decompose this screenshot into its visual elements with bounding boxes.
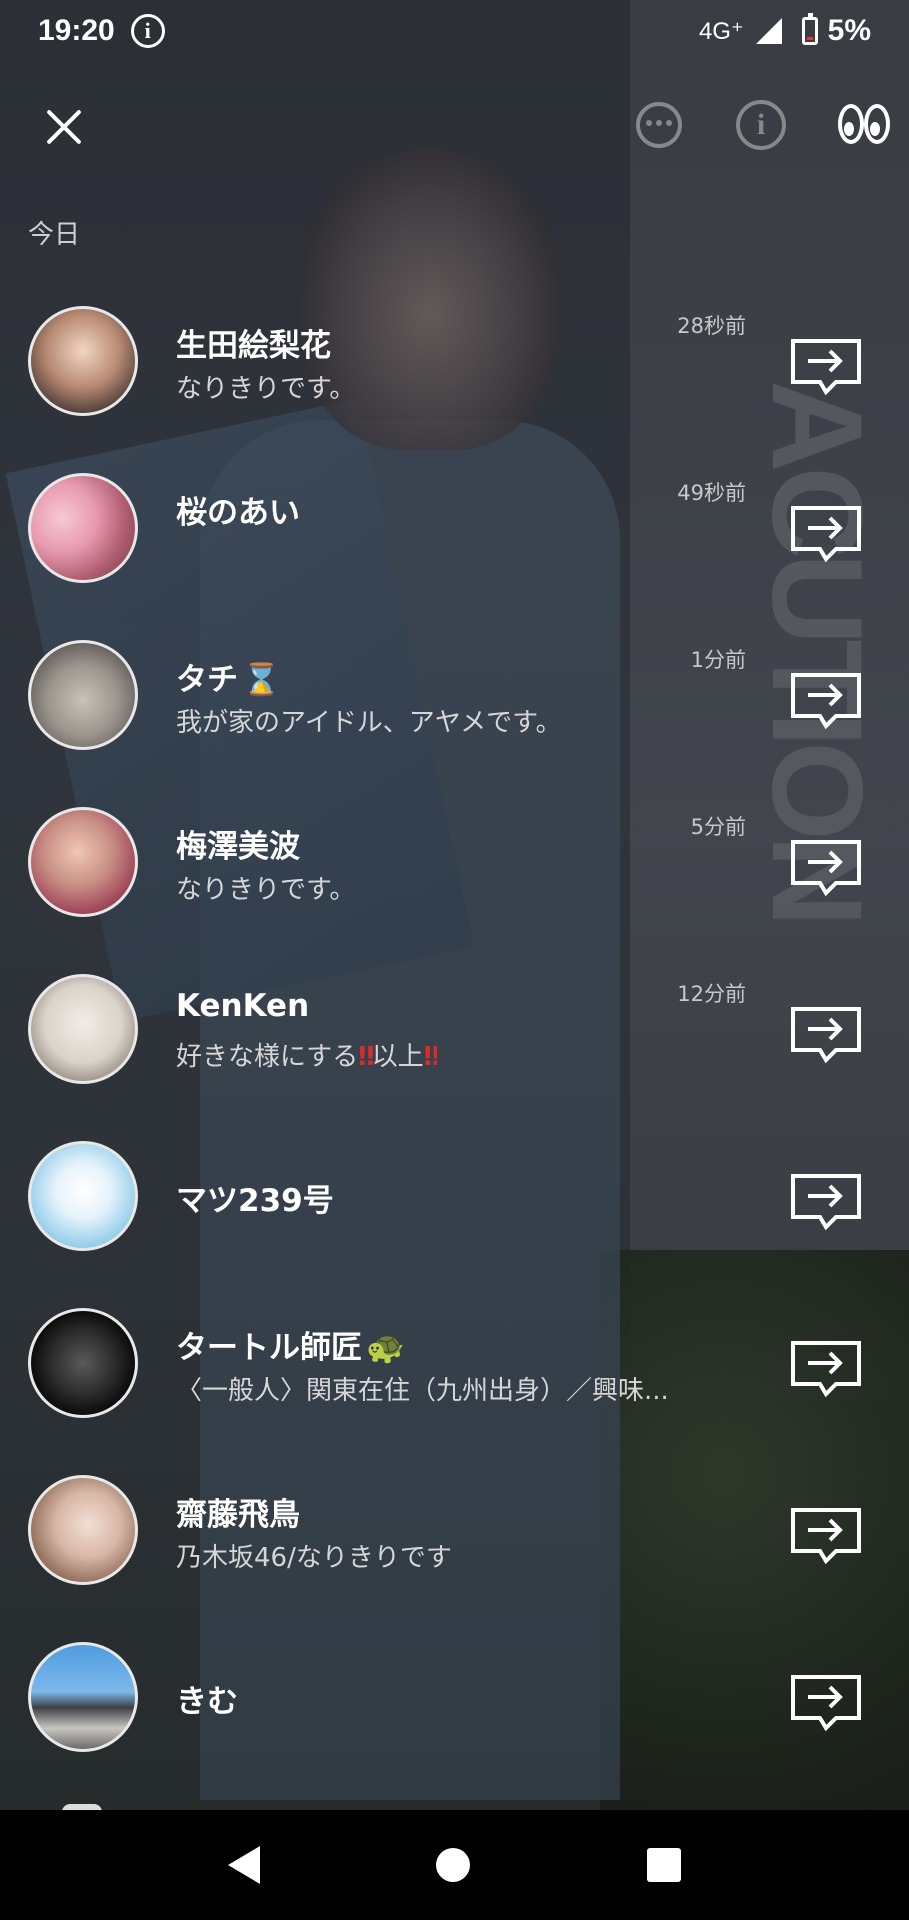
network-type: 4G⁺ (698, 17, 744, 45)
user-name-text: タチ (176, 662, 238, 698)
avatar[interactable] (28, 306, 138, 416)
list-item[interactable]: きむ (0, 1620, 909, 1787)
list-item[interactable]: マツ239号 (0, 1119, 909, 1286)
user-name: マツ239号 (176, 1183, 334, 1219)
visitor-list: 生田絵梨花 なりきりです。 28秒前 桜のあい 49秒前 タチ ⌛ 我が家のアイド… (0, 284, 909, 1787)
share-arrow-icon[interactable] (790, 1340, 862, 1398)
back-icon[interactable] (228, 1846, 261, 1884)
share-arrow-icon[interactable] (790, 1173, 862, 1231)
list-item[interactable]: 齋藤飛鳥 乃木坂46/なりきりです (0, 1453, 909, 1620)
share-arrow-icon[interactable] (790, 338, 862, 396)
share-arrow-icon[interactable] (790, 1674, 862, 1732)
recent-apps-icon[interactable] (646, 1848, 681, 1882)
user-status: 〈一般人〉関東在住（九州出身）／興味... (176, 1376, 669, 1406)
battery-icon (801, 13, 818, 45)
double-exclamation-icon: ‼ (423, 1042, 437, 1072)
signal-icon (755, 18, 782, 44)
turtle-icon: 🐢 (366, 1330, 405, 1366)
user-status: 好きな様にする‼以上‼ (176, 1036, 437, 1073)
list-item[interactable]: タチ ⌛ 我が家のアイドル、アヤメです。 1分前 (0, 618, 909, 785)
hourglass-icon: ⌛ (242, 662, 281, 698)
user-status: 乃木坂46/なりきりです (176, 1543, 452, 1573)
status-time: 19:20 (38, 14, 115, 47)
status-bar: 19:20 i 4G⁺ 5% (0, 0, 909, 62)
system-nav-bar (0, 1810, 909, 1920)
status-text-part: 好きな様にする (176, 1042, 359, 1072)
avatar[interactable] (28, 1475, 138, 1585)
avatar[interactable] (28, 1141, 138, 1251)
visit-time: 5分前 (690, 815, 746, 839)
info-icon[interactable]: i (736, 100, 786, 150)
share-arrow-icon[interactable] (790, 505, 862, 563)
top-toolbar: i (0, 88, 909, 164)
share-arrow-icon[interactable] (790, 672, 862, 730)
avatar[interactable] (28, 473, 138, 583)
avatar[interactable] (28, 974, 138, 1084)
user-name: 齋藤飛鳥 (176, 1497, 300, 1533)
eyes-icon[interactable] (838, 100, 892, 150)
list-item[interactable]: 生田絵梨花 なりきりです。 28秒前 (0, 284, 909, 451)
chat-dots-icon[interactable] (634, 100, 684, 150)
user-status: なりきりです。 (176, 374, 356, 404)
share-arrow-icon[interactable] (790, 1507, 862, 1565)
user-name: タートル師匠 🐢 (176, 1322, 405, 1367)
user-name: 梅澤美波 (176, 829, 300, 865)
avatar[interactable] (28, 1642, 138, 1752)
user-name-text: タートル師匠 (176, 1330, 362, 1366)
double-exclamation-icon: ‼ (358, 1042, 374, 1072)
visit-time: 12分前 (677, 982, 746, 1006)
user-name: タチ ⌛ (176, 654, 281, 699)
share-arrow-icon[interactable] (790, 839, 862, 897)
user-status: なりきりです。 (176, 875, 356, 905)
list-item[interactable]: タートル師匠 🐢 〈一般人〉関東在住（九州出身）／興味... (0, 1286, 909, 1453)
status-info-icon: i (130, 14, 165, 48)
user-name: 生田絵梨花 (176, 328, 331, 364)
list-item[interactable]: 梅澤美波 なりきりです。 5分前 (0, 785, 909, 952)
avatar[interactable] (28, 807, 138, 917)
user-name: きむ (176, 1684, 238, 1720)
close-icon[interactable] (44, 106, 84, 146)
list-item[interactable]: 桜のあい 49秒前 (0, 451, 909, 618)
visit-time: 28秒前 (677, 314, 746, 338)
user-name: 桜のあい (176, 495, 300, 531)
battery-level: 5% (827, 14, 871, 47)
avatar[interactable] (28, 1308, 138, 1418)
visit-time: 49秒前 (677, 481, 746, 505)
status-right: 4G⁺ 5% (698, 13, 871, 48)
user-status: 我が家のアイドル、アヤメです。 (176, 708, 562, 738)
section-header-today: 今日 (28, 220, 81, 250)
avatar[interactable] (28, 640, 138, 750)
home-icon[interactable] (436, 1848, 471, 1882)
user-name: KenKen (176, 988, 310, 1024)
visit-time: 1分前 (690, 648, 746, 672)
list-item[interactable]: KenKen 好きな様にする‼以上‼ 12分前 (0, 952, 909, 1119)
share-arrow-icon[interactable] (790, 1006, 862, 1064)
status-text-part: 以上 (371, 1042, 424, 1072)
